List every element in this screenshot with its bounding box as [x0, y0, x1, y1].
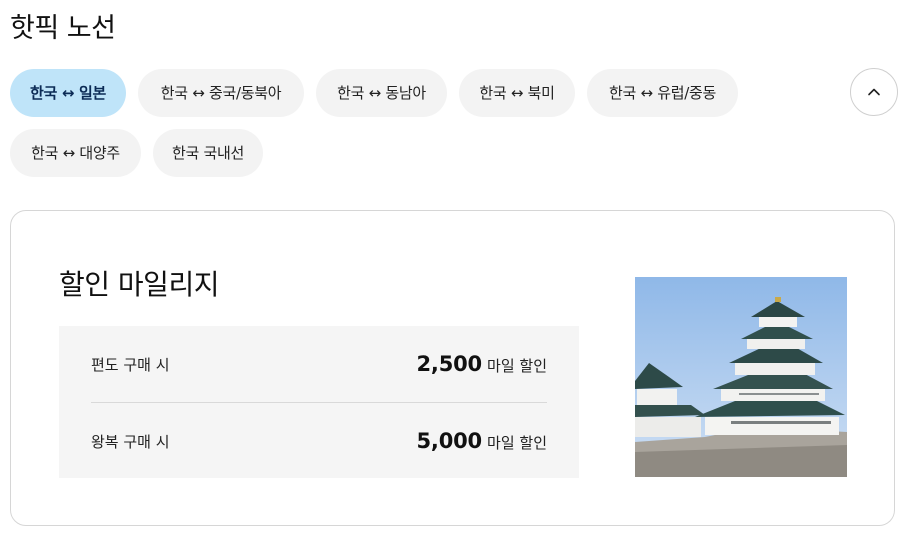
tab-korea-japan[interactable]: 한국 ↔ 일본 — [10, 69, 126, 117]
mileage-amount: 5,000 — [416, 429, 483, 453]
tab-korea-oceania[interactable]: 한국 ↔ 대양주 — [10, 129, 141, 177]
tab-korea-southeast-asia[interactable]: 한국 ↔ 동남아 — [316, 69, 447, 117]
mileage-unit: 마일 할인 — [487, 434, 547, 452]
section-title: 핫픽 노선 — [10, 13, 116, 44]
collapse-tabs-button[interactable] — [850, 68, 898, 116]
chevron-up-icon — [868, 88, 880, 96]
tab-korea-europe-middle-east[interactable]: 한국 ↔ 유럽/중동 — [587, 69, 738, 117]
castle-photo — [635, 277, 847, 477]
mileage-unit: 마일 할인 — [487, 357, 547, 375]
discount-mileage-card: 할인 마일리지 편도 구매 시 2,500 마일 할인 왕복 구매 시 5,00… — [10, 210, 895, 526]
mileage-value: 2,500 마일 할인 — [417, 352, 548, 376]
card-title: 할인 마일리지 — [59, 268, 219, 301]
mileage-table: 편도 구매 시 2,500 마일 할인 왕복 구매 시 5,000 마일 할인 — [59, 326, 579, 478]
tab-korea-china-northeast-asia[interactable]: 한국 ↔ 중국/동북아 — [138, 69, 304, 117]
mileage-value: 5,000 마일 할인 — [417, 429, 548, 453]
tab-korea-domestic[interactable]: 한국 국내선 — [153, 129, 263, 177]
hot-pick-routes-page: 핫픽 노선 한국 ↔ 일본 한국 ↔ 중국/동북아 한국 ↔ 동남아 한국 ↔ … — [0, 0, 905, 538]
mileage-label: 편도 구매 시 — [91, 356, 170, 374]
mileage-label: 왕복 구매 시 — [91, 433, 170, 451]
mileage-row-one-way: 편도 구매 시 2,500 마일 할인 — [91, 326, 547, 402]
tab-korea-north-america[interactable]: 한국 ↔ 북미 — [459, 69, 575, 117]
mileage-row-round-trip: 왕복 구매 시 5,000 마일 할인 — [91, 402, 547, 478]
mileage-amount: 2,500 — [416, 352, 483, 376]
